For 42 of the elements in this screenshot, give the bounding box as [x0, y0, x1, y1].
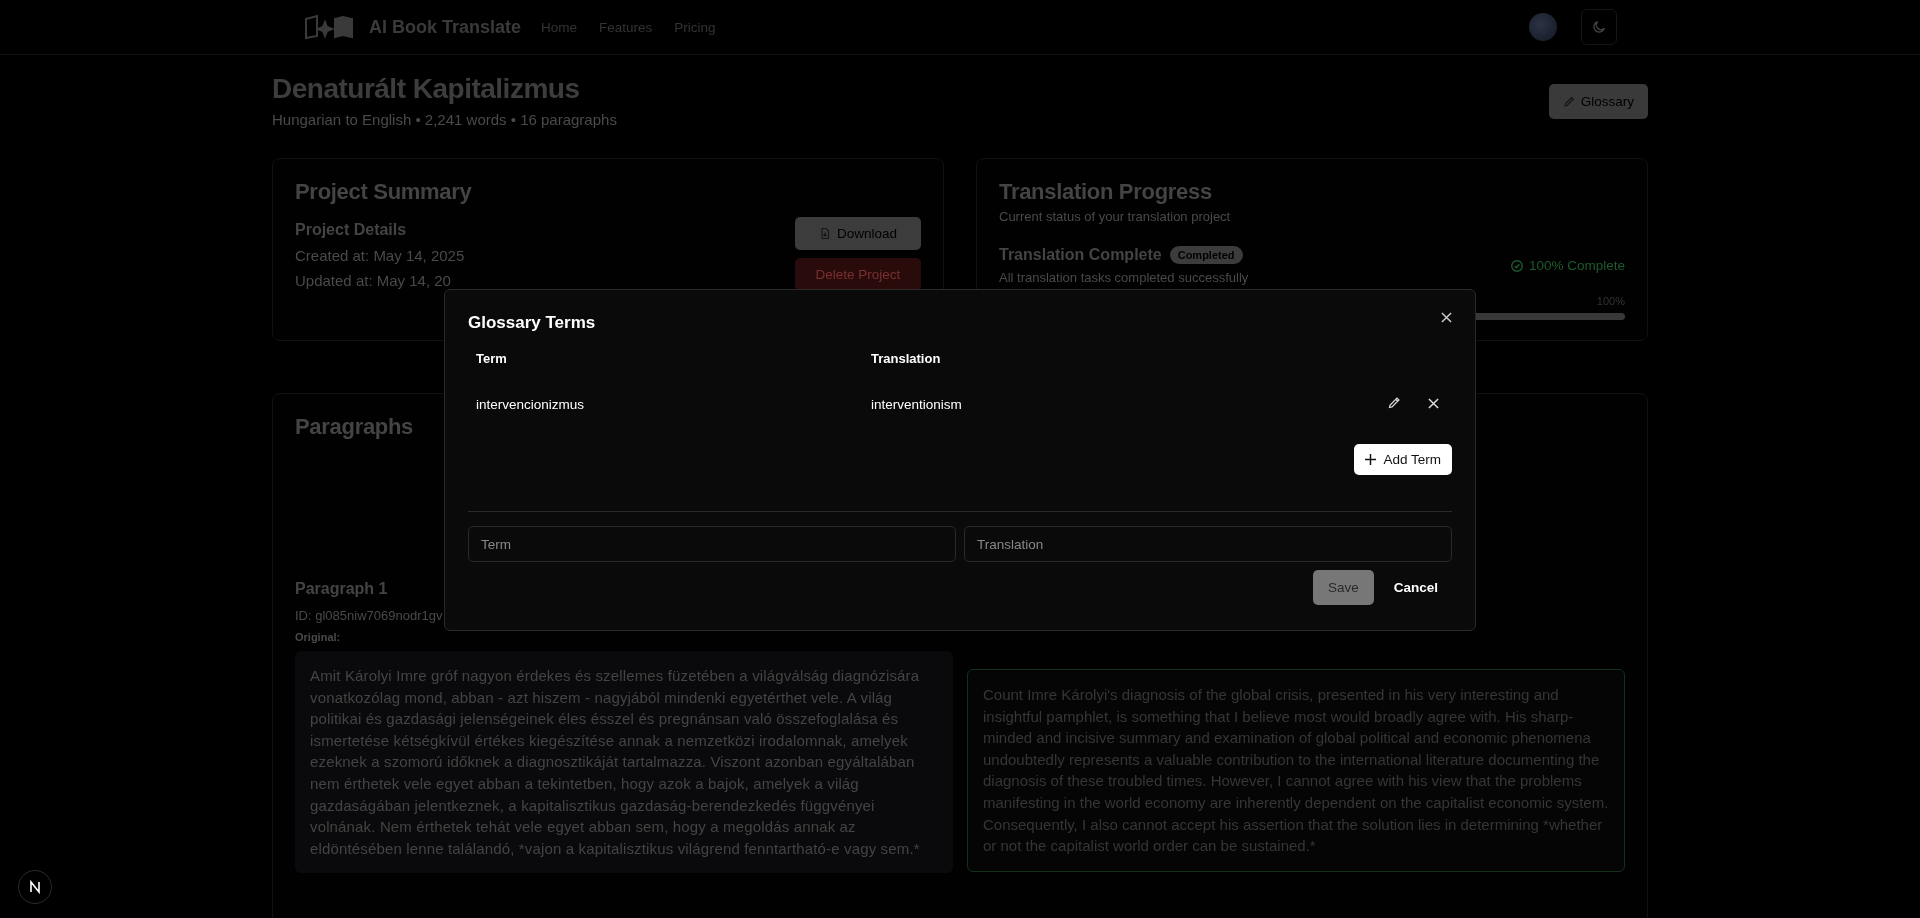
- status-title: Translation Complete: [999, 246, 1162, 264]
- details-title: Project Details: [295, 221, 407, 239]
- n-logo-icon[interactable]: [18, 870, 52, 904]
- column-header: Term: [476, 351, 508, 366]
- card-title: Translation Progress: [999, 179, 1212, 205]
- original-text: Amit Károlyi Imre gróf nagyon érdekes és szellemes füzetében a világválság diagnózisára vonatkozólag mond, abban - azt hiszem - nagyjából mindenki egyetérthet vele. A világ politikai és gazdasági jelenségeinek éles ésszel és pregnánsan való összefoglalása és ismertetése kétségkívül értékes kiegészítése annak a nemzetközi irodalomnak, amelyek ezeknek a szomorú időknek a diagnosztikáját tartalmazza. Viszont azonban egyáltalában nem érthetek vele egyet abban a tekintetben, hogy azok a bajok, amelyek a világ gazdaságában jelentkeznek, a kapitalisztikus gazdaság-berendezkedés függvényei volnának. Nem érthetek tehát vele egyet abban sem, hogy a megoldás annak az eldöntésében lenne találandó, *vajon a kapitalisztikus világrend fenntartható-e vagy sem.*: [295, 651, 953, 874]
- glossary-button[interactable]: Glossary: [1548, 84, 1648, 119]
- complete-label: 100% Complete: [1509, 258, 1625, 273]
- file-download-icon: [818, 227, 831, 240]
- card-title: Project Summary: [295, 179, 472, 205]
- project-subtitle: Hungarian to English • 2,241 words • 16 paragraphs: [272, 111, 617, 128]
- cancel-button[interactable]: Cancel: [1379, 570, 1452, 605]
- translation-cell-text: interventionism: [871, 396, 963, 412]
- project-title: Denaturált Kapitalizmus: [272, 73, 581, 105]
- status-badge: Completed: [1169, 246, 1243, 264]
- updated-date: Updated at: May 14, 20: [295, 272, 452, 289]
- created-date: Created at: May 14, 2025: [295, 247, 465, 264]
- brand-name[interactable]: AI Book Translate: [369, 16, 522, 38]
- translation-input[interactable]: Translation: [964, 526, 1452, 562]
- status-description: All translation tasks completed successfully: [999, 270, 1249, 285]
- paragraph-id: ID: gl085niw7069nodr1gv: [295, 608, 444, 623]
- save-button[interactable]: Save: [1312, 570, 1374, 605]
- dialog-title: Glossary Terms: [468, 313, 596, 333]
- check-circle-icon: [1509, 258, 1524, 273]
- add-term-button[interactable]: Add Term: [1354, 444, 1452, 475]
- paragraph-title: Paragraph 1: [295, 580, 388, 598]
- pencil-icon: [1387, 395, 1402, 410]
- term-input[interactable]: Term: [468, 526, 956, 562]
- plus-icon: [1365, 454, 1377, 465]
- card-subtitle: Current status of your translation project: [999, 209, 1232, 224]
- close-icon: [1428, 397, 1439, 409]
- delete-project-button[interactable]: Delete Project: [794, 258, 921, 291]
- close-icon: [1441, 312, 1452, 323]
- term-cell-text: intervencionizmus: [476, 396, 586, 412]
- column-header: Translation: [871, 351, 942, 366]
- moon-icon: [1591, 19, 1607, 35]
- original-label: Original:: [295, 631, 342, 643]
- card-title: Paragraphs: [295, 414, 414, 440]
- pencil-icon: [1562, 95, 1576, 108]
- download-button[interactable]: Download: [794, 217, 921, 250]
- book-sparkle-icon: [303, 14, 355, 40]
- theme-toggle-button[interactable]: [1581, 9, 1617, 45]
